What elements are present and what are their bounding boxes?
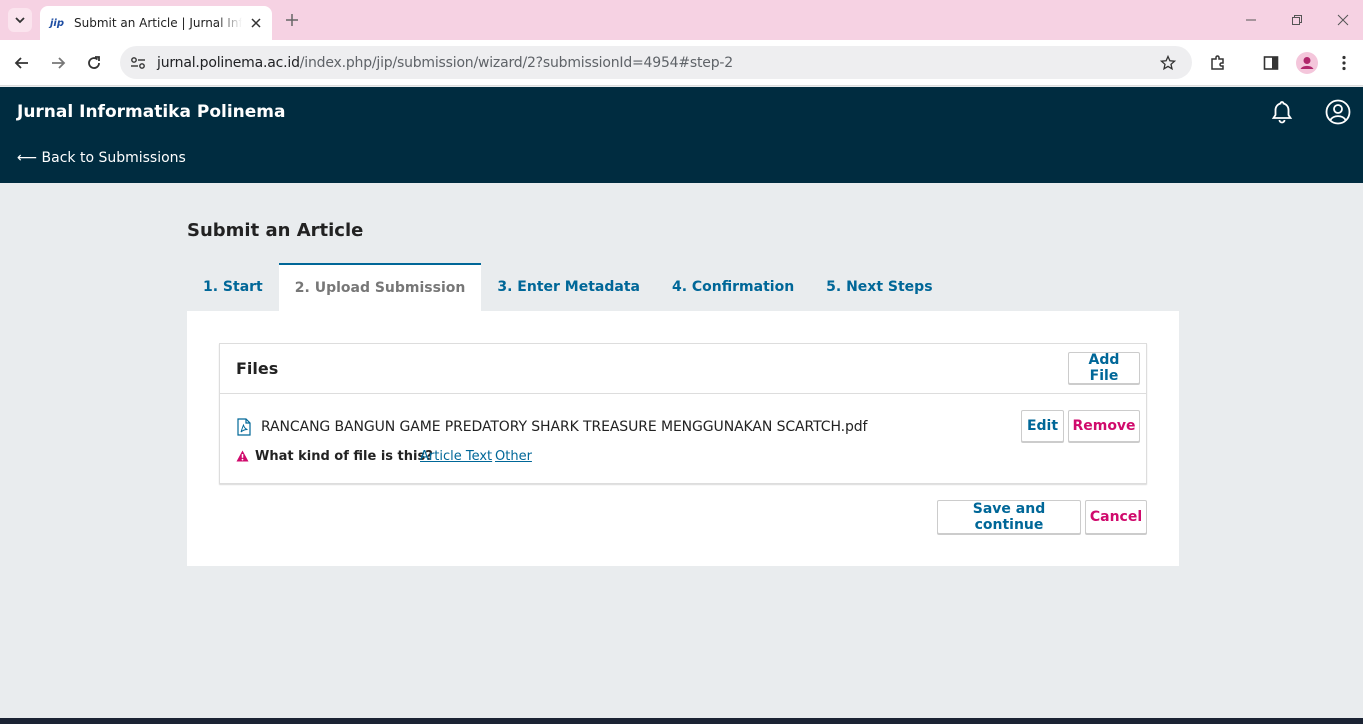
remove-file-button[interactable]: Remove <box>1068 410 1140 442</box>
arrow-left-icon <box>14 57 28 69</box>
tab-enter-metadata[interactable]: 3. Enter Metadata <box>481 263 656 311</box>
tab-close-button[interactable] <box>248 15 264 31</box>
page-title: Submit an Article <box>187 220 364 241</box>
kebab-menu-icon <box>1342 55 1346 71</box>
close-window-button[interactable] <box>1333 10 1353 30</box>
tab-list-button[interactable] <box>8 8 32 32</box>
add-file-button[interactable]: Add File <box>1068 352 1140 384</box>
browser-tabbar: jip Submit an Article | Jurnal Informati… <box>0 0 1363 40</box>
tab-next-steps[interactable]: 5. Next Steps <box>810 263 948 311</box>
browser-menu-button[interactable] <box>1332 51 1356 75</box>
address-bar[interactable]: jurnal.polinema.ac.id/index.php/jip/subm… <box>120 46 1192 79</box>
forward-button[interactable] <box>46 51 70 75</box>
side-panel-button[interactable] <box>1259 51 1283 75</box>
files-header: Files Add File <box>220 344 1146 394</box>
warning-icon <box>236 450 249 462</box>
file-name: RANCANG BANGUN GAME PREDATORY SHARK TREA… <box>261 419 868 435</box>
user-account-icon[interactable] <box>1325 99 1351 125</box>
chevron-down-icon <box>15 17 25 24</box>
file-kind-question: What kind of file is this? <box>255 449 433 464</box>
files-list: Files Add File RANCANG BANGUN GAME PREDA… <box>219 343 1147 484</box>
tab-start[interactable]: 1. Start <box>187 263 279 311</box>
minimize-button[interactable] <box>1241 10 1261 30</box>
jip-favicon-icon: jip <box>50 17 65 29</box>
close-icon <box>1337 14 1349 26</box>
taskbar-strip <box>0 718 1363 724</box>
browser-tab-active[interactable]: jip Submit an Article | Jurnal Informati… <box>40 6 272 40</box>
pdf-file-icon <box>237 418 251 436</box>
back-to-submissions-link[interactable]: ⟵ Back to Submissions <box>17 150 186 166</box>
profile-avatar-icon <box>1296 52 1318 74</box>
reload-button[interactable] <box>82 51 106 75</box>
submission-steps-tabs: 1. Start 2. Upload Submission 3. Enter M… <box>187 263 949 311</box>
journal-title[interactable]: Jurnal Informatika Polinema <box>17 102 285 122</box>
new-tab-button[interactable] <box>282 10 302 30</box>
save-and-continue-button[interactable]: Save and continue <box>937 500 1081 534</box>
arrow-right-icon <box>52 57 66 69</box>
app-header: Jurnal Informatika Polinema ⟵ Back to Su… <box>0 87 1363 183</box>
close-icon <box>251 18 261 28</box>
file-kind-other-link[interactable]: Other <box>495 449 532 464</box>
url-host: jurnal.polinema.ac.id <box>157 54 300 71</box>
url-path: /index.php/jip/submission/wizard/2?submi… <box>299 54 733 71</box>
cancel-button[interactable]: Cancel <box>1085 500 1147 534</box>
restore-button[interactable] <box>1287 10 1307 30</box>
side-panel-icon <box>1263 56 1279 70</box>
edit-file-button[interactable]: Edit <box>1021 410 1064 442</box>
tab-confirmation[interactable]: 4. Confirmation <box>656 263 810 311</box>
back-button[interactable] <box>10 51 34 75</box>
plus-icon <box>286 14 298 26</box>
site-info-icon[interactable] <box>128 53 148 73</box>
restore-icon <box>1292 15 1302 25</box>
reload-icon <box>88 56 100 69</box>
url-text: jurnal.polinema.ac.id/index.php/jip/subm… <box>157 55 733 71</box>
browser-toolbar: jurnal.polinema.ac.id/index.php/jip/subm… <box>0 40 1363 86</box>
tab-title: Submit an Article | Jurnal Informatika P… <box>74 16 242 30</box>
upload-panel: Files Add File RANCANG BANGUN GAME PREDA… <box>187 311 1179 566</box>
extensions-button[interactable] <box>1206 51 1230 75</box>
bookmark-star-icon[interactable] <box>1158 53 1178 73</box>
profile-button[interactable] <box>1295 51 1319 75</box>
files-title: Files <box>236 359 279 378</box>
tab-upload-submission[interactable]: 2. Upload Submission <box>278 263 482 311</box>
puzzle-icon <box>1211 55 1224 70</box>
file-row: RANCANG BANGUN GAME PREDATORY SHARK TREA… <box>220 394 1146 484</box>
minimize-icon <box>1246 19 1256 21</box>
bell-icon[interactable] <box>1269 99 1295 125</box>
file-kind-article-text-link[interactable]: Article Text <box>420 449 492 464</box>
